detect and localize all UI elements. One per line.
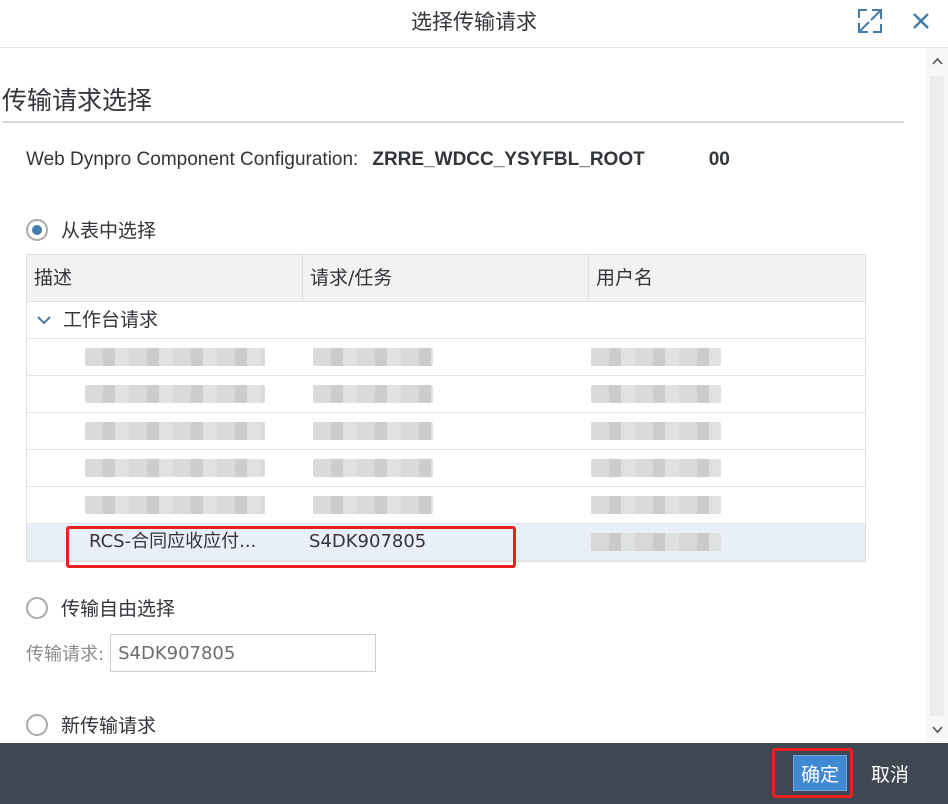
scroll-up-icon[interactable]	[932, 56, 943, 67]
dialog-title: 选择传输请求	[411, 10, 537, 34]
radio-button-selected[interactable]	[26, 218, 48, 241]
radio-label-free-select: 传输自由选择	[61, 598, 176, 620]
row-description: RCS-合同应收应付...	[89, 531, 257, 552]
field-label: 传输请求:	[26, 644, 105, 665]
redacted-text	[313, 496, 433, 514]
column-header-request[interactable]: 请求/任务	[303, 255, 589, 301]
config-label: Web Dynpro Component Configuration:	[26, 149, 359, 170]
vertical-scrollbar[interactable]	[926, 48, 948, 743]
redacted-text	[313, 385, 433, 403]
radio-label-from-list: 从表中选择	[61, 220, 157, 242]
transport-request-input[interactable]	[110, 634, 377, 672]
dialog-header: 选择传输请求	[0, 0, 948, 48]
column-header-description[interactable]: 描述	[27, 255, 303, 301]
scroll-down-icon[interactable]	[932, 724, 943, 735]
radio-label-new-request: 新传输请求	[61, 715, 157, 737]
column-header-user[interactable]: 用户名	[589, 255, 865, 301]
request-table: 描述 请求/任务 用户名 工作台请求 RCS-合同应收应付... S4DK907…	[26, 254, 866, 562]
redacted-text	[85, 348, 265, 366]
chevron-down-icon[interactable]	[37, 315, 51, 325]
section-title: 传输请求选择	[2, 86, 153, 115]
redacted-text	[591, 348, 721, 366]
expand-icon[interactable]	[855, 6, 885, 36]
table-row[interactable]	[27, 339, 865, 376]
section-divider	[2, 121, 904, 123]
redacted-text	[591, 459, 721, 477]
redacted-text	[591, 533, 721, 551]
radio-button[interactable]	[26, 713, 48, 736]
redacted-text	[313, 348, 433, 366]
redacted-text	[85, 459, 265, 477]
redacted-text	[85, 422, 265, 440]
dialog-footer: 确定 取消	[0, 743, 948, 804]
redacted-text	[591, 385, 721, 403]
ok-button[interactable]: 确定	[793, 755, 847, 791]
redacted-text	[85, 496, 265, 514]
close-icon[interactable]	[906, 6, 936, 36]
table-row[interactable]	[27, 450, 865, 487]
redacted-text	[85, 385, 265, 403]
table-row[interactable]	[27, 487, 865, 524]
radio-new-request[interactable]: 新传输请求	[26, 711, 156, 738]
radio-from-list[interactable]: 从表中选择	[26, 216, 156, 243]
config-value: ZRRE_WDCC_YSYFBL_ROOT	[372, 149, 645, 170]
table-group-row[interactable]: 工作台请求	[27, 302, 865, 339]
transport-request-field: 传输请求:	[26, 634, 377, 672]
dialog-content: 传输请求选择 Web Dynpro Component Configuratio…	[0, 48, 926, 743]
table-row[interactable]	[27, 376, 865, 413]
scrollbar-thumb[interactable]	[930, 76, 944, 716]
row-request: S4DK907805	[309, 531, 427, 552]
cancel-button[interactable]: 取消	[866, 755, 914, 791]
radio-free-select[interactable]: 传输自由选择	[26, 594, 175, 621]
redacted-text	[591, 422, 721, 440]
redacted-text	[313, 459, 433, 477]
redacted-text	[591, 496, 721, 514]
redacted-text	[313, 422, 433, 440]
radio-button[interactable]	[26, 596, 48, 619]
table-header: 描述 请求/任务 用户名	[27, 255, 865, 302]
table-row-selected[interactable]: RCS-合同应收应付... S4DK907805	[27, 524, 865, 561]
config-number: 00	[708, 149, 730, 170]
config-row: Web Dynpro Component Configuration: ZRRE…	[26, 149, 730, 171]
table-row[interactable]	[27, 413, 865, 450]
group-label: 工作台请求	[63, 309, 159, 331]
